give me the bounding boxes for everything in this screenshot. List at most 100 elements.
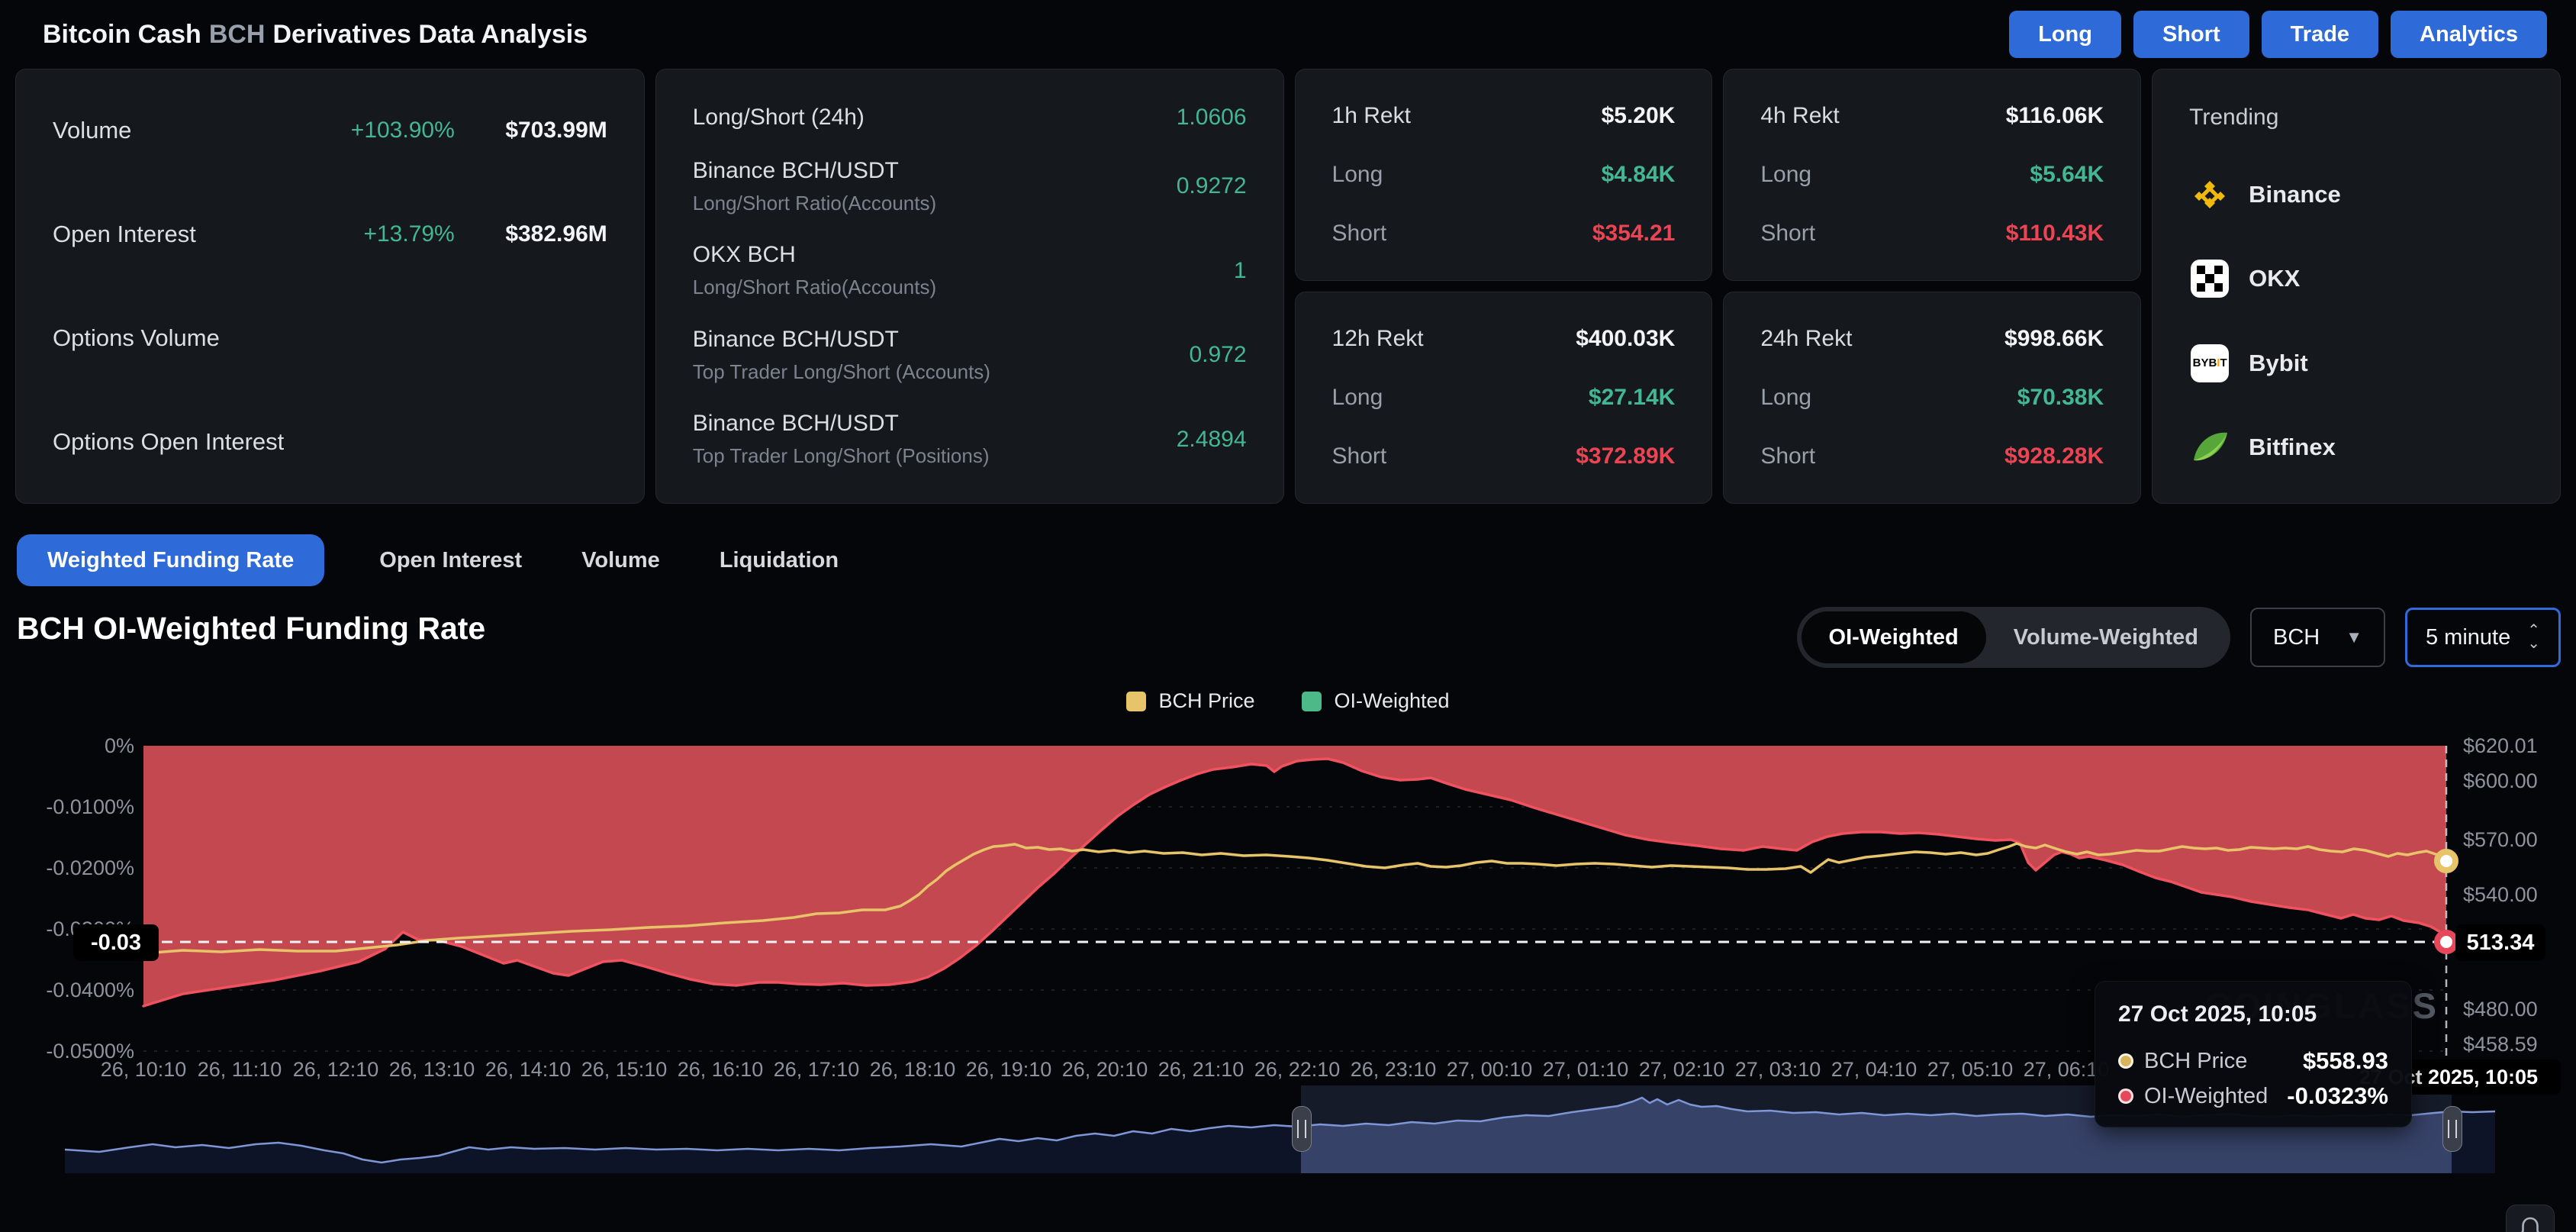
rekt-short-label: Short: [1331, 443, 1387, 469]
trending-item-binance[interactable]: Binance: [2189, 174, 2523, 215]
ls-sublabel: Long/Short Ratio(Accounts): [692, 276, 937, 298]
rekt-long-label: Long: [1331, 162, 1383, 187]
rekt-short-label: Short: [1760, 221, 1816, 246]
navigator-right-handle[interactable]: [2442, 1106, 2462, 1152]
legend-item-bch-price[interactable]: BCH Price: [1126, 689, 1254, 713]
svg-text:26, 10:10: 26, 10:10: [101, 1058, 187, 1081]
legend-item-oi-weighted[interactable]: OI-Weighted: [1302, 689, 1450, 713]
tooltip-timestamp: 27 Oct 2025, 10:05: [2118, 1001, 2317, 1027]
rekt-long-value: $5.64K: [2030, 162, 2104, 187]
svg-text:$620.01: $620.01: [2463, 734, 2538, 757]
okx-logo-icon: [2189, 258, 2230, 299]
svg-text:0%: 0%: [105, 734, 134, 757]
oi-weighted-toggle[interactable]: OI-Weighted: [1801, 611, 1986, 663]
svg-text:27, 05:10: 27, 05:10: [1927, 1058, 2014, 1081]
navigator-left-handle[interactable]: [1292, 1106, 1312, 1152]
top-buttons: Long Short Trade Analytics: [2009, 11, 2547, 58]
svg-text:$570.00: $570.00: [2463, 828, 2538, 851]
svg-text:27, 04:10: 27, 04:10: [1831, 1058, 1918, 1081]
legend-swatch-green: [1302, 691, 1322, 711]
svg-text:26, 11:10: 26, 11:10: [198, 1058, 282, 1081]
rekt-title: 1h Rekt: [1331, 103, 1411, 128]
svg-text:27, 03:10: 27, 03:10: [1735, 1058, 1821, 1081]
tooltip-row-oi-weighted: OI-Weighted -0.0323%: [2118, 1082, 2388, 1110]
oi-weighted-dot-icon: [2118, 1088, 2133, 1104]
rekt-card-24h: 24h Rekt $998.66K Long $70.38K Short $928.2…: [1723, 292, 2142, 504]
trending-item-okx[interactable]: OKX: [2189, 258, 2523, 299]
price-dot-icon: [2118, 1053, 2133, 1069]
svg-text:26, 21:10: 26, 21:10: [1158, 1058, 1245, 1081]
stat-label: Open Interest: [53, 221, 196, 247]
svg-text:26, 16:10: 26, 16:10: [678, 1058, 764, 1081]
svg-text:27, 01:10: 27, 01:10: [1543, 1058, 1629, 1081]
ls-label: Long/Short (24h): [692, 105, 865, 130]
stat-label: Options Volume: [53, 324, 220, 351]
ls-value: 1.0606: [1176, 105, 1247, 130]
ls-value: 1: [1233, 257, 1247, 283]
tooltip-value: $558.93: [2302, 1047, 2388, 1074]
long-button[interactable]: Long: [2009, 11, 2121, 58]
trade-button[interactable]: Trade: [2261, 11, 2379, 58]
svg-text:26, 19:10: 26, 19:10: [966, 1058, 1052, 1081]
bybit-logo-icon: BYB I T: [2189, 343, 2230, 384]
funding-rate-axis-chip: -0.03: [73, 924, 159, 961]
ls-value: 2.4894: [1176, 426, 1247, 452]
tab-liquidation[interactable]: Liquidation: [715, 547, 843, 574]
ls-sublabel: Top Trader Long/Short (Accounts): [692, 360, 990, 383]
tab-weighted-funding-rate[interactable]: Weighted Funding Rate: [17, 534, 325, 586]
svg-text:26, 14:10: 26, 14:10: [485, 1058, 572, 1081]
stat-change: +103.90%: [350, 118, 455, 143]
rekt-total: $5.20K: [1601, 103, 1676, 128]
tooltip-label: OI-Weighted: [2144, 1083, 2268, 1108]
rekt-long-label: Long: [1331, 385, 1383, 410]
legend-label: OI-Weighted: [1334, 689, 1450, 712]
interval-value: 5 minute: [2426, 624, 2511, 650]
rekt-total: $998.66K: [2004, 326, 2104, 351]
title-symbol: BCH: [208, 19, 266, 49]
ls-sublabel: Long/Short Ratio(Accounts): [692, 191, 937, 214]
trending-item-bybit[interactable]: BYB I T Bybit: [2189, 343, 2523, 384]
chart-legend: BCH Price OI-Weighted: [0, 689, 2576, 713]
rekt-long-label: Long: [1760, 385, 1812, 410]
stat-label: Volume: [53, 117, 132, 144]
ls-value: 0.9272: [1176, 173, 1247, 198]
rekt-title: 4h Rekt: [1760, 103, 1840, 128]
top-bar: Bitcoin Cash BCH Derivatives Data Analys…: [0, 0, 2576, 69]
rekt-short-value: $372.89K: [1576, 443, 1676, 469]
chart-controls: OI-Weighted Volume-Weighted BCH ▼ 5 minu…: [1796, 607, 2561, 668]
pair-select[interactable]: BCH ▼: [2249, 608, 2385, 667]
svg-text:26, 13:10: 26, 13:10: [389, 1058, 475, 1081]
ls-row: Long/Short (24h) 1.0606: [693, 105, 1247, 131]
stepper-arrows-icon[interactable]: ⌃ ⌄: [2527, 623, 2540, 651]
tab-volume[interactable]: Volume: [577, 547, 665, 574]
rekt-total: $400.03K: [1576, 326, 1676, 351]
bitfinex-logo-icon: [2189, 427, 2230, 468]
svg-text:$540.00: $540.00: [2463, 883, 2538, 906]
stats-cards-row: Volume +103.90% $703.99M Open Interest +…: [15, 69, 2561, 504]
svg-text:26, 22:10: 26, 22:10: [1254, 1058, 1341, 1081]
short-button[interactable]: Short: [2133, 11, 2249, 58]
rekt-long-label: Long: [1760, 162, 1812, 187]
chart-tooltip: 27 Oct 2025, 10:05 BCH Price $558.93 OI-…: [2095, 981, 2412, 1127]
chevron-down-icon: ▼: [2346, 627, 2362, 647]
rekt-total: $116.06K: [2005, 103, 2104, 128]
section-title: BCH OI-Weighted Funding Rate: [17, 611, 486, 646]
ls-label: OKX BCH: [692, 242, 796, 267]
pair-select-value: BCH: [2272, 624, 2320, 650]
ls-row: Binance BCH/USDT Long/Short Ratio(Accoun…: [693, 158, 1247, 215]
alert-bell-button[interactable]: [2506, 1205, 2555, 1232]
trending-item-bitfinex[interactable]: Bitfinex: [2189, 427, 2523, 468]
exchange-name: Bybit: [2249, 349, 2308, 376]
volume-weighted-toggle[interactable]: Volume-Weighted: [1986, 611, 2226, 663]
rekt-title: 24h Rekt: [1760, 326, 1853, 351]
long-short-card: Long/Short (24h) 1.0606 Binance BCH/USDT…: [655, 69, 1284, 504]
rekt-short-value: $928.28K: [2004, 443, 2104, 469]
rekt-short-label: Short: [1331, 221, 1387, 246]
volume-stats-card: Volume +103.90% $703.99M Open Interest +…: [15, 69, 645, 504]
title-part-2: Derivatives Data Analysis: [272, 19, 588, 49]
stat-change: +13.79%: [363, 221, 455, 247]
analytics-button[interactable]: Analytics: [2391, 11, 2547, 58]
interval-stepper[interactable]: 5 minute ⌃ ⌄: [2405, 608, 2561, 667]
tab-open-interest[interactable]: Open Interest: [375, 547, 526, 574]
ls-row: OKX BCH Long/Short Ratio(Accounts) 1: [693, 242, 1247, 299]
